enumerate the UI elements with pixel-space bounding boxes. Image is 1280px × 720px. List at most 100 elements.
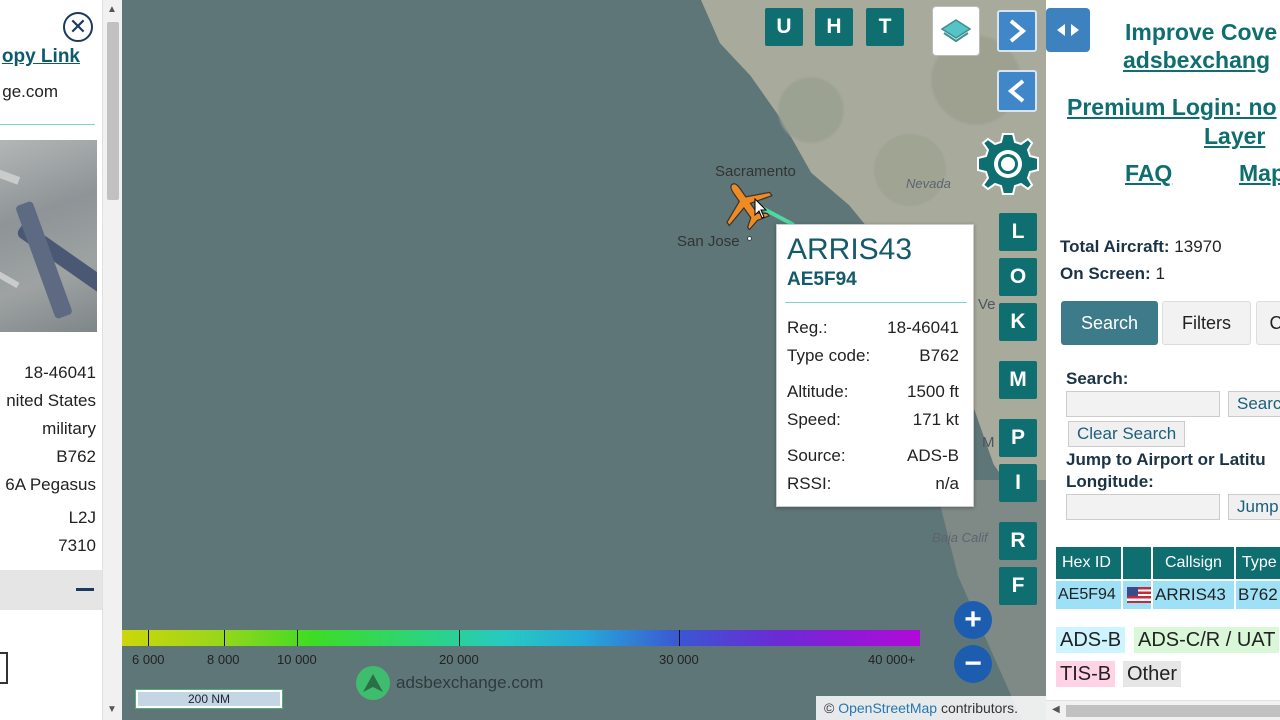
jump-input[interactable] [1066, 494, 1220, 520]
adsbexchange-link[interactable]: adsbexchang [1123, 47, 1270, 74]
map-scale-bar: 200 NM [135, 689, 283, 709]
column-header-flag[interactable] [1123, 547, 1153, 579]
aircraft-popup[interactable]: ARRIS43 AE5F94 Reg.: 18-46041 Type code: B… [776, 224, 974, 507]
t-button[interactable]: T [866, 8, 904, 46]
premium-login-link[interactable]: Premium Login: no [1067, 94, 1277, 121]
layers-button[interactable] [932, 6, 980, 56]
zoom-in-button[interactable]: + [954, 601, 992, 639]
k-button[interactable]: K [999, 303, 1037, 341]
m-button[interactable]: M [999, 361, 1037, 399]
on-screen-stat: On Screen: 1 [1060, 264, 1165, 284]
prev-button[interactable] [997, 70, 1037, 112]
sidebar-panel: Improve Cove adsbexchang Premium Login: … [1046, 0, 1280, 720]
popup-value: n/a [935, 474, 959, 493]
adsb-logo-icon [356, 666, 390, 700]
layers-icon [940, 19, 972, 43]
table-cell-callsign[interactable]: ARRIS43 [1153, 581, 1236, 609]
brand-text: adsbexchange.com [396, 673, 544, 692]
aircraft-photo[interactable] [0, 140, 97, 332]
improve-coverage-heading: Improve Cove [1125, 19, 1278, 45]
u-button[interactable]: U [765, 8, 803, 46]
map-label-nevada: Nevada [906, 176, 951, 191]
popup-label: Altitude: [787, 382, 849, 401]
tab-other[interactable]: C [1256, 301, 1280, 345]
settings-gear-icon[interactable] [972, 128, 1044, 200]
collapse-section-bar[interactable] [0, 570, 102, 610]
popup-row-reg: Reg.: 18-46041 [787, 318, 959, 338]
popup-row-altitude: Altitude: 1500 ft [787, 382, 959, 402]
faq-link[interactable]: FAQ [1125, 160, 1172, 187]
map-view[interactable]: Sacramento San Jose Nevada Ve M Baja Cal… [122, 0, 1046, 720]
next-button[interactable] [997, 10, 1037, 52]
f-button[interactable]: F [999, 567, 1037, 605]
tab-search[interactable]: Search [1061, 301, 1158, 345]
copyright-symbol: © [824, 700, 835, 716]
r-button[interactable]: R [999, 522, 1037, 560]
altitude-color-legend [122, 630, 920, 646]
left-panel-scrollbar[interactable]: ▲ ▼ [102, 0, 122, 720]
app-root: ✕ opy Link ge.com 18-46041 nited States … [0, 0, 1280, 720]
city-dot [747, 236, 752, 241]
scrollbar-thumb[interactable] [107, 22, 119, 200]
map-label-baja: Baja Calif [932, 530, 988, 545]
tab-filters[interactable]: Filters [1162, 301, 1251, 345]
jump-button[interactable]: Jump [1228, 494, 1280, 520]
sidebar-horizontal-scrollbar[interactable]: ◀ [1046, 700, 1280, 720]
popup-callsign: ARRIS43 [787, 233, 913, 266]
popup-value: ADS-B [907, 446, 959, 465]
legend-label: 20 000 [439, 652, 479, 667]
scrollbar-thumb[interactable] [1066, 705, 1280, 717]
legend-other: Other [1123, 661, 1182, 687]
detail-type-name: 6A Pegasus [5, 475, 96, 494]
legend-tick [297, 630, 298, 646]
table-cell-type[interactable]: B762 [1236, 581, 1280, 609]
aircraft-info-content: ✕ opy Link ge.com 18-46041 nited States … [0, 0, 102, 720]
legend-tick [459, 630, 460, 646]
popup-label: Speed: [787, 410, 841, 429]
l-button[interactable]: L [999, 213, 1037, 251]
stat-value: 13970 [1174, 237, 1222, 256]
legend-label: 8 000 [207, 652, 240, 667]
i-button[interactable]: I [999, 464, 1037, 502]
table-cell-hex[interactable]: AE5F94 [1056, 581, 1123, 609]
map-label-san-jose: San Jose [677, 233, 740, 250]
copy-link[interactable]: opy Link [0, 46, 80, 68]
column-header-callsign[interactable]: Callsign [1153, 547, 1236, 579]
attribution-text: contributors. [940, 700, 1018, 716]
popup-value: 171 kt [912, 410, 959, 429]
map-link[interactable]: Map [1239, 160, 1280, 187]
legend-adsb: ADS-B [1056, 627, 1126, 653]
search-input[interactable] [1066, 391, 1220, 417]
toggle-sidebar-button[interactable] [1046, 8, 1090, 52]
search-button[interactable]: Searc [1228, 391, 1280, 417]
popup-row-rssi: RSSI: n/a [787, 474, 959, 494]
minus-icon[interactable] [76, 588, 94, 591]
popup-label: RSSI: [787, 474, 832, 493]
checkbox[interactable] [0, 652, 8, 684]
legend-label: 10 000 [277, 652, 317, 667]
legend-tisb: TIS-B [1056, 661, 1116, 687]
o-button[interactable]: O [999, 258, 1037, 296]
table-cell-flag[interactable] [1123, 581, 1153, 609]
zoom-out-button[interactable]: − [954, 645, 992, 683]
total-aircraft-stat: Total Aircraft: 13970 [1060, 237, 1222, 257]
jump-label-longitude: Longitude: [1066, 472, 1154, 491]
premium-layer-link[interactable]: Layer [1204, 123, 1265, 150]
popup-row-speed: Speed: 171 kt [787, 410, 959, 430]
column-header-hex[interactable]: Hex ID [1056, 547, 1123, 579]
site-link-text: ge.com [2, 82, 58, 101]
detail-registration: 18-46041 [24, 363, 96, 382]
detail-country: nited States [6, 391, 96, 410]
column-header-type[interactable]: Type [1236, 547, 1280, 579]
close-icon[interactable]: ✕ [63, 12, 93, 42]
popup-value: B762 [919, 346, 959, 365]
p-button[interactable]: P [999, 419, 1037, 457]
scroll-down-icon[interactable]: ▼ [107, 704, 117, 715]
clear-search-button[interactable]: Clear Search [1068, 421, 1186, 447]
h-button[interactable]: H [815, 8, 853, 46]
scroll-up-icon[interactable]: ▲ [107, 4, 117, 15]
legend-label: 30 000 [659, 652, 699, 667]
scroll-left-icon[interactable]: ◀ [1052, 704, 1060, 715]
osm-link[interactable]: OpenStreetMap [838, 700, 937, 716]
popup-label: Reg.: [787, 318, 828, 337]
